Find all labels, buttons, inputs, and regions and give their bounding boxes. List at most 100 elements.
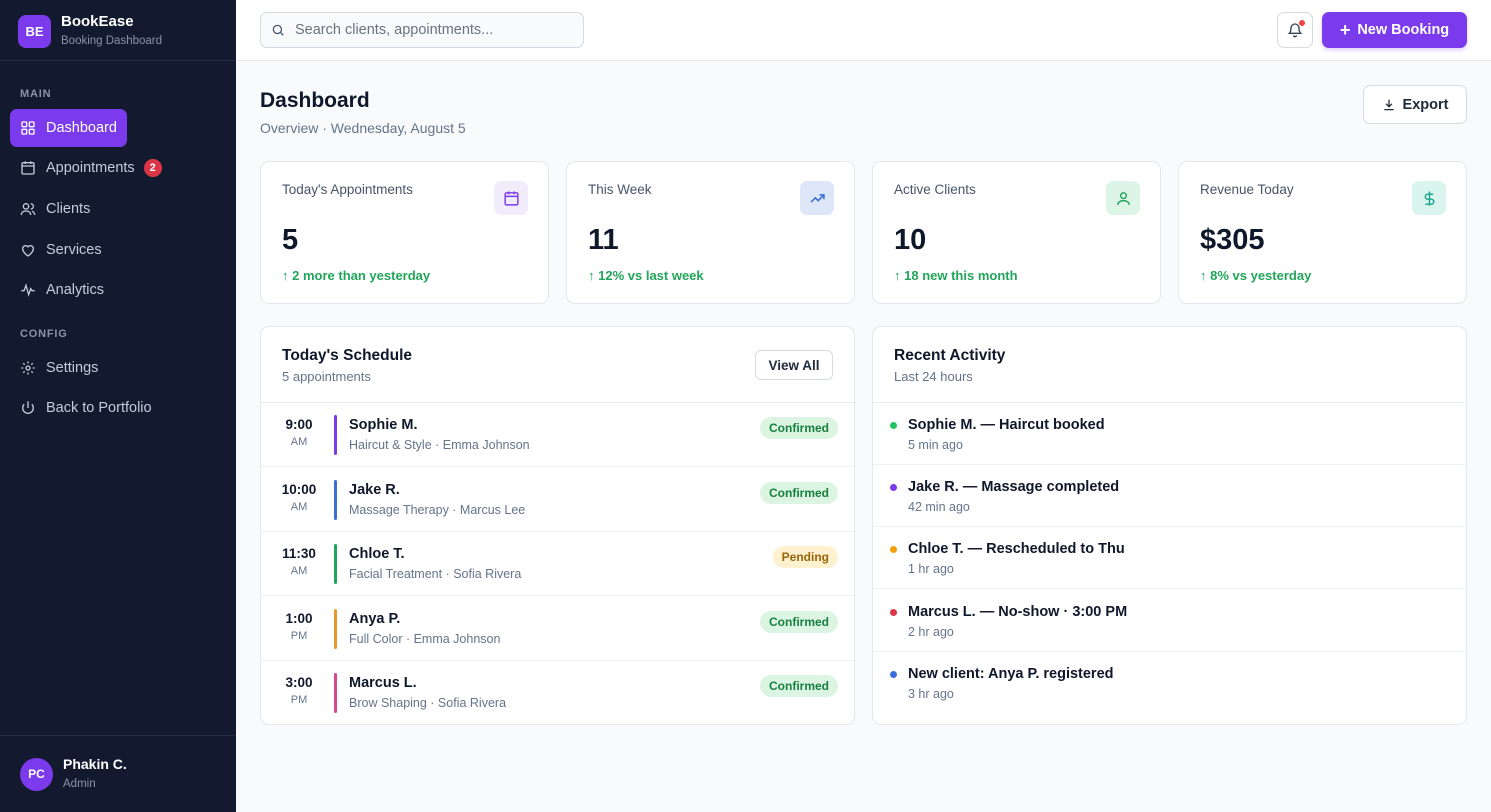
sidebar-item-label: Clients <box>46 201 91 217</box>
sidebar-item-appointments[interactable]: Appointments 2 <box>10 149 172 187</box>
service-color-bar <box>334 544 337 585</box>
sidebar-item-analytics[interactable]: Analytics <box>10 271 114 309</box>
notifications-button[interactable] <box>1277 12 1313 48</box>
user-name: Phakin C. <box>63 756 127 772</box>
panel-subtitle: 5 appointments <box>282 369 371 384</box>
time-value: 10:00 <box>281 481 317 497</box>
service-detail: Facial Treatment · Sofia Rivera <box>349 567 522 582</box>
nav-section-main: MAIN <box>20 88 52 100</box>
service-detail: Massage Therapy · Marcus Lee <box>349 502 526 517</box>
activity-text: New client: Anya P. registered <box>908 665 1114 682</box>
trending-up-icon <box>810 193 825 203</box>
stat-trend: ↑ 18 new this month <box>894 268 1018 283</box>
schedule-row[interactable]: 10:00 AM Jake R. Massage Therapy · Marcus L… <box>261 468 854 532</box>
activity-time: 3 hr ago <box>908 686 954 701</box>
dollar-icon <box>1424 190 1434 206</box>
stat-label: Active Clients <box>894 182 976 197</box>
brand-name: BookEase <box>61 13 134 30</box>
service-color-bar <box>334 479 337 520</box>
search-box[interactable] <box>260 12 584 48</box>
activity-time: 42 min ago <box>908 500 970 515</box>
activity-time: 2 hr ago <box>908 624 954 639</box>
service-color-bar <box>334 673 337 714</box>
activity-item[interactable]: New client: Anya P. registered 3 hr ago <box>873 652 1466 714</box>
sidebar-item-back-to-portfolio[interactable]: Back to Portfolio <box>10 389 162 427</box>
activity-dot <box>890 608 897 616</box>
stat-label: This Week <box>588 182 652 197</box>
users-icon <box>20 203 36 216</box>
time-value: 9:00 <box>285 417 313 432</box>
schedule-row[interactable]: 1:00 PM Anya P. Full Color · Emma Johnson Co… <box>261 597 854 661</box>
notification-dot <box>1299 20 1305 26</box>
client-name: Chloe T. <box>349 546 405 563</box>
sidebar-item-label: Back to Portfolio <box>46 400 152 416</box>
stat-trend: ↑ 8% vs yesterday <box>1200 268 1312 283</box>
calendar-icon <box>21 161 35 175</box>
stat-label: Today's Appointments <box>282 182 413 197</box>
service-detail: Haircut & Style · Emma Johnson <box>349 438 530 452</box>
search-icon <box>272 24 284 36</box>
activity-item[interactable]: Marcus L. — No-show · 3:00 PM 2 hr ago <box>873 590 1466 652</box>
stat-trend: ↑ 2 more than yesterday <box>282 268 431 283</box>
schedule-row[interactable]: 11:30 AM Chloe T. Facial Treatment · Sofia … <box>261 532 854 597</box>
new-booking-button[interactable]: + New Booking <box>1322 12 1467 48</box>
sidebar-item-label: Services <box>46 242 102 258</box>
time-value: 1:00 <box>285 610 313 626</box>
status-badge: Confirmed <box>760 481 838 504</box>
sidebar-item-label: Dashboard <box>46 120 117 136</box>
brand[interactable]: BE BookEase Booking Dashboard <box>18 13 162 49</box>
user-profile[interactable]: PC Phakin C. Admin <box>20 756 127 792</box>
user-icon <box>1116 191 1130 205</box>
stat-card-this-week: This Week 11 ↑ 12% vs last week <box>566 161 855 304</box>
sidebar-item-dashboard[interactable]: Dashboard <box>10 109 127 147</box>
schedule-row[interactable]: 9:00 AM Sophie M. Haircut & Style · Emma Jo… <box>261 403 854 467</box>
activity-item[interactable]: Jake R. — Massage completed 42 min ago <box>873 465 1466 528</box>
stat-icon-wrap <box>494 181 528 215</box>
sidebar-item-label: Appointments <box>46 160 135 176</box>
activity-dot <box>890 546 897 554</box>
sidebar-item-services[interactable]: Services <box>10 231 112 269</box>
appointment-time: 9:00 AM <box>275 416 323 449</box>
brand-logo: BE <box>18 14 51 48</box>
sidebar-divider <box>0 60 236 61</box>
activity-text: Sophie M. — Haircut booked <box>908 417 1105 433</box>
activity-time: 1 hr ago <box>908 562 954 577</box>
time-value: 11:30 <box>282 546 316 562</box>
activity-dot <box>890 484 897 492</box>
service-detail: Full Color · Emma Johnson <box>349 631 501 646</box>
nav-section-config: CONFIG <box>20 328 68 340</box>
time-period: AM <box>290 500 308 513</box>
stat-icon-wrap <box>1106 181 1140 215</box>
schedule-row[interactable]: 3:00 PM Marcus L. Brow Shaping · Sofia Rive… <box>261 661 854 724</box>
view-all-button[interactable]: View All <box>755 350 833 380</box>
status-badge: Pending <box>772 546 838 569</box>
search-input[interactable] <box>295 22 565 38</box>
sidebar: BE BookEase Booking Dashboard MAIN Dashb… <box>0 0 236 812</box>
sidebar-divider <box>0 735 236 736</box>
activity-item[interactable]: Chloe T. — Rescheduled to Thu 1 hr ago <box>873 527 1466 590</box>
sidebar-item-settings[interactable]: Settings <box>10 349 108 387</box>
stat-icon-wrap <box>1412 181 1446 215</box>
avatar: PC <box>20 757 53 791</box>
time-period: PM <box>290 694 308 707</box>
service-color-bar <box>334 415 337 455</box>
export-label: Export <box>1402 96 1449 113</box>
recent-activity-panel: Recent Activity Last 24 hours Sophie M. … <box>872 326 1467 725</box>
appointment-time: 3:00 PM <box>275 674 323 707</box>
activity-dot <box>890 670 897 678</box>
stat-value: 5 <box>282 224 299 256</box>
client-name: Marcus L. <box>349 675 417 692</box>
client-name: Jake R. <box>349 481 400 498</box>
appointment-time: 1:00 PM <box>275 610 323 643</box>
time-value: 3:00 <box>285 675 313 691</box>
appointment-time: 11:30 AM <box>275 545 323 578</box>
page-subtitle: Overview · Wednesday, August 5 <box>260 120 466 136</box>
service-color-bar <box>334 608 337 649</box>
time-period: PM <box>290 629 308 642</box>
stat-icon-wrap <box>800 181 834 215</box>
activity-item[interactable]: Sophie M. — Haircut booked 5 min ago <box>873 403 1466 465</box>
sidebar-item-clients[interactable]: Clients <box>10 190 100 228</box>
activity-icon <box>21 283 35 297</box>
heart-icon <box>21 245 35 257</box>
export-button[interactable]: Export <box>1363 85 1467 124</box>
